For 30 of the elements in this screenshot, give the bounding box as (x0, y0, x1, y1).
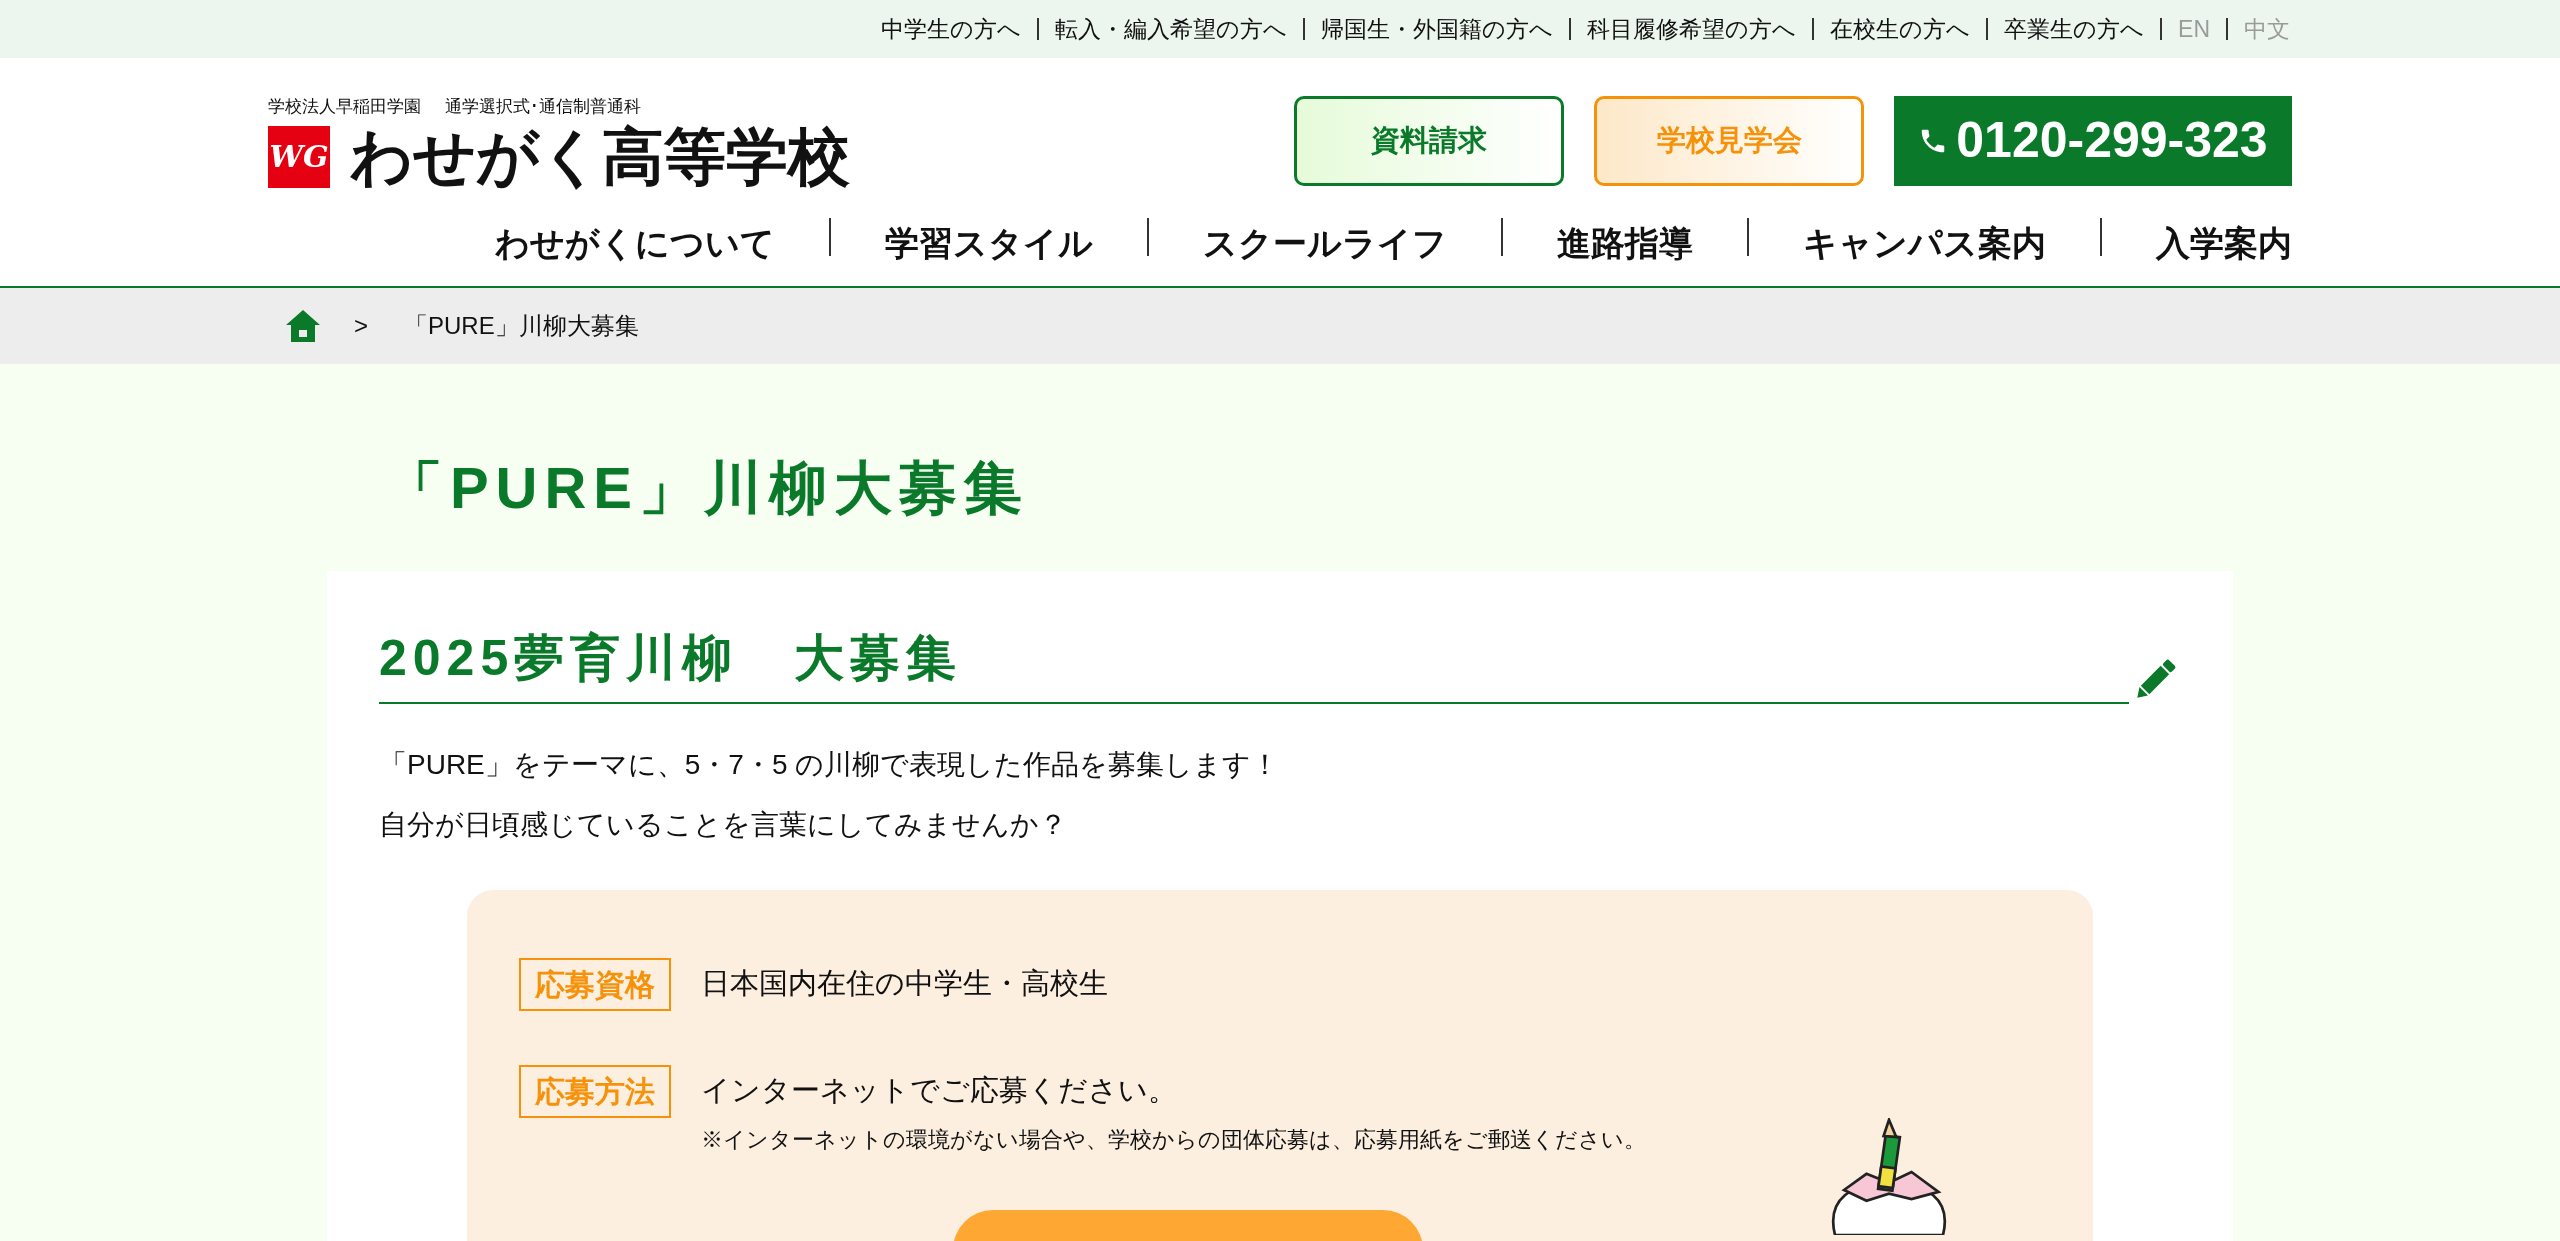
logo-mark[interactable]: WG (268, 125, 330, 188)
home-icon[interactable] (284, 308, 322, 344)
top-link[interactable]: 在校生の方へ (1830, 11, 1971, 47)
course-name: 通学選択式･通信制普通科 (445, 96, 641, 118)
top-link[interactable]: 帰国生・外国籍の方へ (1321, 11, 1554, 47)
detail-text: 日本国内在住の中学生・高校生 (701, 966, 1108, 1001)
org-name: 学校法人早稲田学園 (268, 96, 421, 118)
detail-note: ※インターネットの環境がない場合や、学校からの団体応募は、応募用紙をご郵送ください。 (701, 1125, 1646, 1154)
breadcrumb-current: 「PURE」川柳大募集 (404, 311, 639, 341)
header-button[interactable]: 資料請求 (1294, 95, 1564, 186)
top-link[interactable]: 科目履修希望の方へ (1587, 11, 1797, 47)
top-link[interactable]: 転入・編入希望の方へ (1055, 11, 1288, 47)
nav-link[interactable]: スクールライフ (1203, 217, 1447, 269)
detail-label: 応募方法 (519, 1065, 671, 1118)
section-heading: 2025夢育川柳 大募集 (379, 621, 2129, 704)
detail-label: 応募資格 (519, 958, 671, 1011)
nav-link[interactable]: 進路指導 (1557, 217, 1693, 269)
intro-text: 自分が日頃感じていることを言葉にしてみませんか？ (379, 808, 1068, 842)
breadcrumb-separator: > (354, 311, 368, 341)
intro-text: 「PURE」をテーマに、5・7・5 の川柳で表現した作品を募集します！ (379, 748, 1281, 782)
detail-text: インターネットでご応募ください。 (701, 1073, 1178, 1108)
school-name[interactable]: わせがく高等学校 (350, 125, 850, 188)
top-link[interactable]: 中学生の方へ (881, 11, 1022, 47)
nav-link[interactable]: わせがくについて (495, 217, 775, 269)
nav-link[interactable]: 入学案内 (2156, 217, 2292, 269)
top-link[interactable]: 卒業生の方へ (2004, 11, 2145, 47)
phone-number[interactable]: 0120-299-323 (1894, 95, 2292, 186)
nav-link[interactable]: 学習スタイル (885, 217, 1093, 269)
page-title: 「PURE」川柳大募集 (384, 454, 1030, 522)
nav-link[interactable]: キャンパス案内 (1803, 217, 2046, 269)
